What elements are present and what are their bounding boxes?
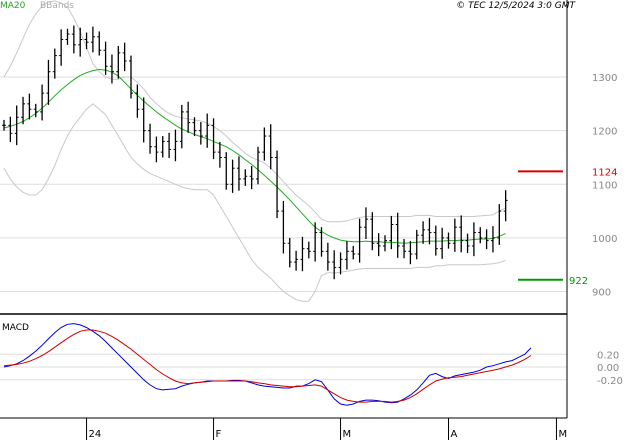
macd-tick-label: 0.20 bbox=[597, 350, 619, 361]
ohlc-bar bbox=[52, 48, 57, 79]
price-tick-label: 900 bbox=[592, 288, 611, 299]
macd-tick-label: -0.20 bbox=[597, 376, 623, 387]
ohlc-bar bbox=[300, 236, 305, 272]
macd-panel bbox=[0, 323, 567, 406]
ohlc-bar bbox=[46, 59, 51, 105]
macd-tick-label: 0.00 bbox=[597, 363, 619, 374]
ohlc-bar bbox=[490, 226, 495, 253]
ohlc-bar bbox=[186, 101, 191, 133]
ohlc-bar bbox=[59, 29, 64, 66]
ohlc-bar bbox=[421, 221, 426, 244]
macd-line bbox=[3, 323, 532, 406]
ohlc-bar bbox=[135, 84, 140, 118]
ohlc-bar bbox=[2, 119, 6, 131]
x-tick-label: F bbox=[216, 429, 222, 440]
copyright-text: © TEC 12/5/2024 3:0 GMT bbox=[456, 1, 576, 11]
ohlc-bar bbox=[256, 146, 260, 185]
ohlc-bar bbox=[179, 104, 184, 149]
signal-line bbox=[3, 329, 532, 403]
ohlc-bar bbox=[294, 250, 299, 271]
ma20-legend: MA20 bbox=[0, 1, 26, 11]
ohlc-bar bbox=[230, 159, 235, 193]
ohlc-bar bbox=[148, 123, 153, 154]
ohlc-bar bbox=[71, 25, 76, 54]
axes: 900 1000 1100 1200 1300 0.20 0.00 -0.20 1124 922 2… bbox=[0, 0, 623, 440]
price-tick-label: 1000 bbox=[592, 234, 617, 245]
ohlc-bar bbox=[338, 252, 343, 275]
ohlc-bar bbox=[465, 233, 470, 253]
ohlc-bar bbox=[306, 241, 311, 259]
ohlc-bar bbox=[243, 169, 248, 186]
ohlc-bar bbox=[249, 166, 254, 190]
ohlc-bar bbox=[357, 218, 362, 263]
price-tick-label: 1300 bbox=[592, 73, 617, 84]
resistance-label: 1124 bbox=[592, 167, 617, 178]
ohlc-bar bbox=[8, 116, 13, 142]
ohlc-bar bbox=[281, 200, 286, 254]
x-tick-label: M bbox=[343, 429, 352, 440]
bband-lower-line bbox=[3, 103, 506, 302]
ohlc-bar bbox=[395, 212, 400, 258]
ohlc-bar bbox=[236, 156, 241, 191]
ohlc-bar bbox=[27, 93, 32, 120]
ohlc-bar bbox=[427, 218, 432, 245]
ohlc-bar bbox=[376, 233, 381, 257]
ohlc-bar bbox=[116, 45, 121, 79]
price-panel bbox=[0, 0, 567, 302]
ohlc-bar bbox=[452, 218, 457, 252]
macd-title: MACD bbox=[2, 323, 29, 333]
x-tick-label: A bbox=[451, 429, 458, 440]
ohlc-bar bbox=[389, 215, 394, 250]
price-tick-label: 1200 bbox=[592, 127, 617, 138]
bbands-legend: BBands bbox=[40, 1, 74, 11]
ohlc-bar bbox=[478, 227, 483, 244]
x-tick-label: M bbox=[558, 429, 567, 440]
support-label: 922 bbox=[569, 276, 588, 287]
ohlc-bar bbox=[408, 241, 413, 265]
ohlc-bar bbox=[90, 26, 95, 53]
ohlc-bar bbox=[141, 97, 146, 143]
ohlc-bar bbox=[167, 132, 172, 159]
ohlc-bar bbox=[344, 241, 349, 270]
ohlc-bar bbox=[332, 250, 337, 280]
ohlc-bar bbox=[211, 118, 216, 160]
ohlc-bar bbox=[287, 237, 292, 268]
ohlc-bar bbox=[414, 229, 419, 260]
ohlc-bar bbox=[363, 207, 368, 239]
ohlc-bar bbox=[78, 27, 83, 57]
ohlc-bar bbox=[154, 136, 159, 163]
ohlc-bar bbox=[40, 84, 45, 121]
price-tick-label: 1100 bbox=[592, 180, 617, 191]
x-tick-label: 24 bbox=[89, 429, 102, 440]
ohlc-bar bbox=[325, 242, 330, 271]
ohlc-bar bbox=[319, 227, 324, 257]
ohlc-bar bbox=[351, 245, 356, 260]
ohlc-bar bbox=[440, 227, 445, 259]
ohlc-bar bbox=[198, 122, 203, 145]
ohlc-bar bbox=[370, 212, 375, 251]
ohlc-bar bbox=[65, 28, 70, 45]
ohlc-bar bbox=[122, 42, 127, 72]
ohlc-bar bbox=[173, 129, 178, 162]
ohlc-bar bbox=[14, 105, 19, 146]
ohlc-bar bbox=[84, 32, 89, 50]
ohlc-bar bbox=[402, 238, 407, 259]
ohlc-bar bbox=[97, 31, 102, 56]
ma20-line bbox=[3, 68, 506, 244]
ohlc-bar bbox=[459, 215, 464, 253]
stock-chart: 900 1000 1100 1200 1300 0.20 0.00 -0.20 1124 922 2… bbox=[0, 0, 623, 440]
ohlc-bar bbox=[217, 141, 222, 168]
bband-upper-line bbox=[3, 0, 506, 223]
ohlc-bar bbox=[160, 136, 165, 158]
ohlc-bar bbox=[503, 190, 508, 222]
ohlc-bar bbox=[33, 103, 38, 118]
ohlc-bar bbox=[262, 127, 267, 161]
